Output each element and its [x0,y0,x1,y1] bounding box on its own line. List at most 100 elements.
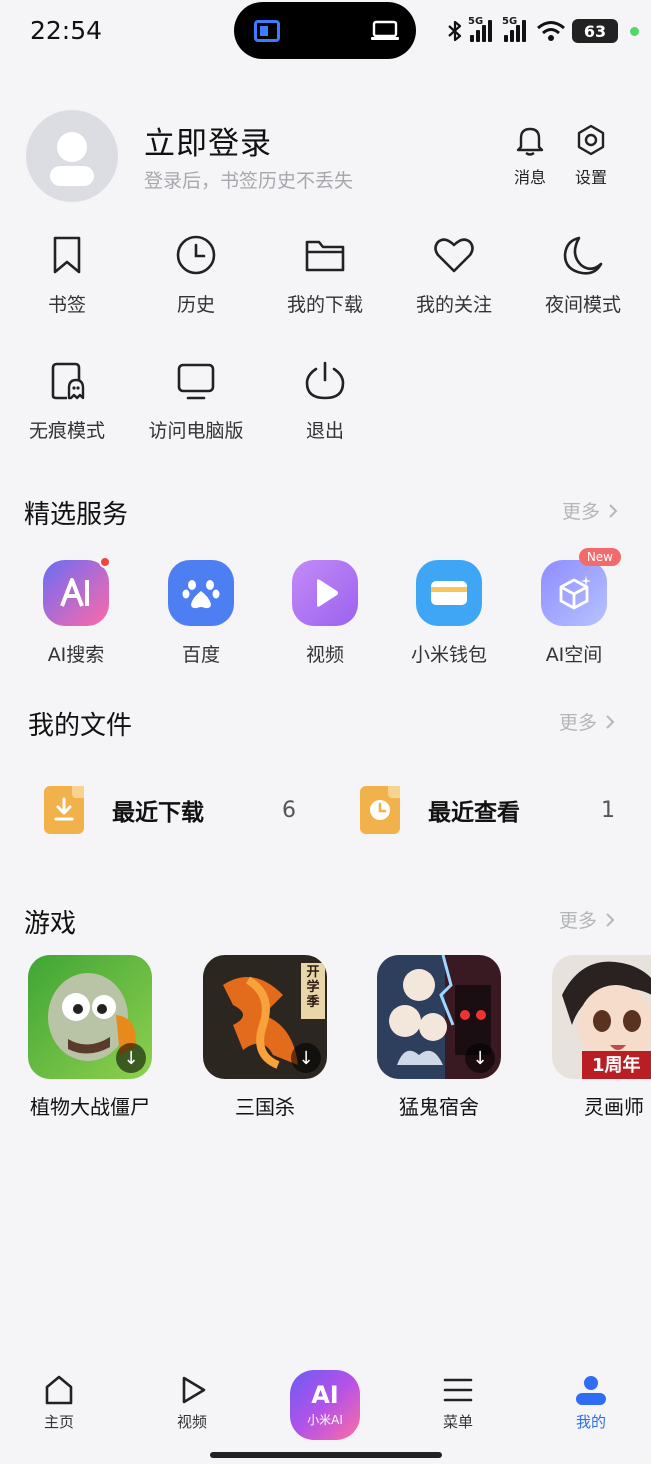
files-more[interactable]: 更多 [559,708,615,735]
heart-icon [434,238,474,273]
nav-home[interactable]: 主页 [19,1373,99,1432]
download-file-icon [44,786,84,834]
home-indicator[interactable] [210,1452,442,1458]
wifi-icon [537,21,565,41]
recent-downloads[interactable]: 最近下载 [44,786,204,834]
game-art: 1周年 [552,955,651,1079]
quick-desktop-version[interactable]: 访问电脑版 [136,360,256,443]
nav-video[interactable]: 视频 [152,1373,232,1432]
quick-label: 访问电脑版 [148,420,244,442]
bluetooth-icon [448,20,462,42]
games-more[interactable]: 更多 [559,906,615,933]
game-art: ↓ [377,955,501,1079]
services-more[interactable]: 更多 [562,497,618,524]
battery-indicator: 63 [572,19,618,43]
quick-incognito[interactable]: 无痕模式 [7,360,127,443]
games-title: 游戏 [24,909,77,939]
game-card[interactable]: ↓ 猛鬼宿舍 [364,955,514,1120]
download-icon[interactable]: ↓ [465,1043,495,1073]
network-label-1: 5G [468,16,484,27]
nav-label: 视频 [176,1413,207,1431]
quick-downloads[interactable]: 我的下载 [265,234,385,317]
game-card[interactable]: 1周年 灵画师 [539,955,651,1120]
service-label: 百度 [181,644,220,666]
game-label: 三国杀 [235,1095,295,1119]
service-label: 小米钱包 [410,644,487,666]
quick-bookmarks[interactable]: 书签 [7,234,127,317]
dynamic-island[interactable] [234,2,416,59]
file-label: 最近下载 [112,800,204,826]
service-ai-space[interactable]: New AI空间 [519,548,629,667]
nav-me[interactable]: 我的 [551,1373,631,1432]
laptop-icon [371,20,399,40]
login-title[interactable]: 立即登录 [144,118,272,163]
settings-label: 设置 [574,168,607,187]
service-label: AI空间 [545,644,603,666]
quick-follows[interactable]: 我的关注 [394,234,514,317]
game-card[interactable]: ↓ 植物大战僵尸 [15,955,165,1120]
quick-history[interactable]: 历史 [136,234,256,317]
download-icon[interactable]: ↓ [116,1043,146,1073]
service-mi-wallet[interactable]: 小米钱包 [394,560,504,667]
download-icon[interactable]: ↓ [291,1043,321,1073]
messages-label: 消息 [513,168,546,187]
service-video[interactable]: 视频 [270,560,380,667]
game-art-text: 开学季 [306,965,320,1010]
messages-button[interactable]: 消息 [500,124,560,188]
avatar[interactable] [26,110,118,202]
home-icon [45,1375,73,1405]
more-label: 更多 [562,501,601,523]
service-baidu[interactable]: 百度 [146,560,256,667]
play-icon [182,1376,206,1404]
quick-label: 无痕模式 [28,420,105,442]
nav-xiaomi-ai[interactable]: AI 小米AI [290,1370,360,1440]
bookmark-icon [53,236,81,274]
game-label: 猛鬼宿舍 [399,1095,479,1119]
file-count: 6 [282,798,296,823]
game-card[interactable]: 开学季 ↓ 三国杀 [190,955,340,1120]
nav-label: 菜单 [442,1413,473,1431]
nav-label: 主页 [43,1413,74,1431]
quick-label: 我的关注 [415,294,492,316]
status-bar: 22:54 5G 5G 63 [0,0,651,66]
game-label: 植物大战僵尸 [30,1095,150,1119]
quick-label: 书签 [47,294,86,316]
ai-search-icon [43,556,111,626]
more-label: 更多 [559,910,598,932]
paw-icon [168,560,234,626]
services-title: 精选服务 [24,500,129,530]
bell-icon [516,127,544,156]
recent-views[interactable]: 最近查看 [360,786,520,834]
quick-exit[interactable]: 退出 [265,360,385,443]
folder-icon [305,240,345,272]
nav-center-label: 小米AI [307,1412,343,1427]
menu-icon [443,1378,473,1402]
gear-icon [577,124,605,156]
notification-dot [99,556,111,568]
ai-glyph: AI [311,1380,339,1409]
chevron-right-icon [609,503,618,518]
chevron-right-icon [606,714,615,729]
files-title: 我的文件 [28,711,133,741]
login-subtitle: 登录后，书签历史不丢失 [144,170,354,192]
status-time: 22:54 [30,16,103,45]
recent-file-icon [360,786,400,834]
service-label: 视频 [305,644,344,666]
power-icon [305,361,345,400]
file-label: 最近查看 [428,800,520,826]
quick-night-mode[interactable]: 夜间模式 [523,234,643,317]
chevron-right-icon [606,912,615,927]
network-label-2: 5G [502,16,518,27]
game-art: 开学季 ↓ [203,955,327,1079]
service-ai-search[interactable]: AI搜索 [21,556,131,667]
privacy-dot [630,26,639,36]
split-screen-icon [254,20,280,42]
monitor-icon [177,363,215,400]
settings-button[interactable]: 设置 [561,124,621,188]
clock-icon [176,235,216,275]
file-count: 1 [601,798,615,823]
quick-label: 退出 [305,420,344,442]
more-label: 更多 [559,712,598,734]
service-label: AI搜索 [47,644,105,666]
nav-menu[interactable]: 菜单 [418,1373,498,1432]
